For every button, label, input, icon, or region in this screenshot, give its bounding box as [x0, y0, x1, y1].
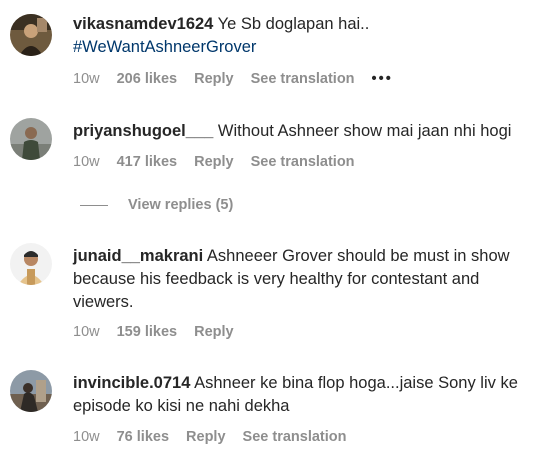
- comment-text: Without Ashneer show mai jaan nhi hogi: [217, 122, 512, 140]
- more-options-icon[interactable]: •••: [372, 70, 393, 88]
- avatar-image: [10, 118, 52, 160]
- reply-button[interactable]: Reply: [194, 323, 234, 341]
- comment-body: priyanshugoel___ Without Ashneer show ma…: [73, 120, 543, 143]
- comment-likes[interactable]: 417 likes: [117, 153, 177, 171]
- comment-username[interactable]: junaid__makrani: [73, 247, 203, 265]
- comment-body: vikasnamdev1624 Ye Sb doglapan hai.. #We…: [73, 13, 543, 59]
- avatar[interactable]: [10, 370, 52, 412]
- avatar[interactable]: [10, 118, 52, 160]
- see-translation-button[interactable]: See translation: [251, 153, 355, 171]
- comment-username[interactable]: vikasnamdev1624: [73, 15, 213, 33]
- comment-username[interactable]: invincible.0714: [73, 374, 190, 392]
- reply-button[interactable]: Reply: [186, 428, 226, 446]
- avatar[interactable]: [10, 14, 52, 56]
- see-translation-button[interactable]: See translation: [243, 428, 347, 446]
- comment-meta: 10w 159 likes Reply: [73, 323, 251, 341]
- comment-meta: 10w 206 likes Reply See translation •••: [73, 70, 410, 88]
- reply-button[interactable]: Reply: [194, 153, 234, 171]
- comments-list: vikasnamdev1624 Ye Sb doglapan hai.. #We…: [0, 0, 553, 453]
- comment-time[interactable]: 10w: [73, 70, 100, 88]
- comment-hashtag[interactable]: #WeWantAshneerGrover: [73, 38, 256, 56]
- comment-time[interactable]: 10w: [73, 153, 100, 171]
- comment-body: junaid__makrani Ashneeer Grover should b…: [73, 245, 543, 314]
- comment-meta: 10w 417 likes Reply See translation: [73, 153, 372, 171]
- comment-body: invincible.0714 Ashneer ke bina flop hog…: [73, 372, 543, 418]
- view-replies-line: [80, 204, 108, 206]
- view-replies-label: View replies (5): [128, 197, 234, 213]
- comment-username[interactable]: priyanshugoel___: [73, 122, 213, 140]
- comment-likes[interactable]: 76 likes: [117, 428, 169, 446]
- see-translation-button[interactable]: See translation: [251, 70, 355, 88]
- comment-meta: 10w 76 likes Reply See translation: [73, 428, 363, 446]
- comment-text: Ye Sb doglapan hai..: [217, 15, 370, 33]
- comment-likes[interactable]: 159 likes: [117, 323, 177, 341]
- avatar[interactable]: [10, 243, 52, 285]
- avatar-image: [10, 14, 52, 56]
- comment-likes[interactable]: 206 likes: [117, 70, 177, 88]
- comment-time[interactable]: 10w: [73, 323, 100, 341]
- comment-time[interactable]: 10w: [73, 428, 100, 446]
- avatar-image: [10, 370, 52, 412]
- avatar-image: [10, 243, 52, 285]
- view-replies-button[interactable]: View replies (5): [80, 197, 233, 213]
- reply-button[interactable]: Reply: [194, 70, 234, 88]
